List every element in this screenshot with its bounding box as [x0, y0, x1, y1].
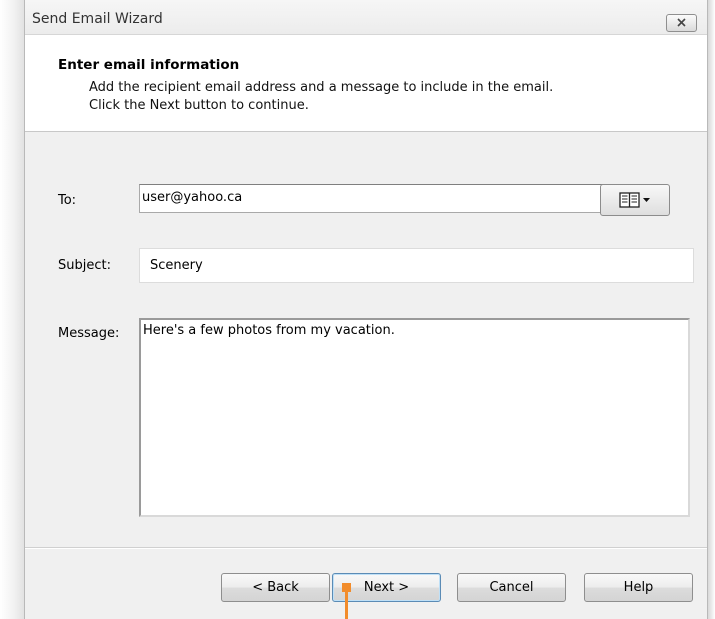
header-instruction-2: Click the Next button to continue. — [89, 98, 309, 113]
subject-field[interactable]: Scenery — [139, 248, 694, 283]
close-icon — [677, 18, 686, 27]
title-bar[interactable]: Send Email Wizard — [25, 0, 707, 35]
chevron-down-icon — [643, 198, 650, 202]
to-label: To: — [58, 193, 77, 208]
window-title: Send Email Wizard — [32, 11, 163, 27]
send-email-wizard-dialog: Send Email Wizard Enter email informatio… — [24, 0, 708, 619]
subject-label: Subject: — [58, 258, 111, 273]
header-title: Enter email information — [58, 57, 240, 73]
back-button[interactable]: < Back — [221, 573, 330, 602]
footer-separator — [25, 547, 707, 549]
message-label: Message: — [58, 326, 120, 341]
callout-marker — [342, 583, 351, 592]
callout-pointer-line — [345, 592, 348, 619]
background-shadow-right — [708, 0, 715, 619]
screenshot-stage: Send Email Wizard Enter email informatio… — [0, 0, 715, 619]
to-field[interactable]: user@yahoo.ca — [139, 184, 612, 213]
header-panel: Enter email information Add the recipien… — [25, 35, 707, 132]
help-button[interactable]: Help — [584, 573, 693, 602]
address-book-icon — [619, 192, 650, 208]
address-book-button[interactable] — [600, 184, 670, 216]
close-button[interactable] — [666, 14, 697, 32]
cancel-button[interactable]: Cancel — [457, 573, 566, 602]
header-instruction-1: Add the recipient email address and a me… — [89, 80, 554, 95]
background-shadow-left — [0, 0, 24, 619]
message-field[interactable]: Here's a few photos from my vacation. — [139, 318, 690, 517]
